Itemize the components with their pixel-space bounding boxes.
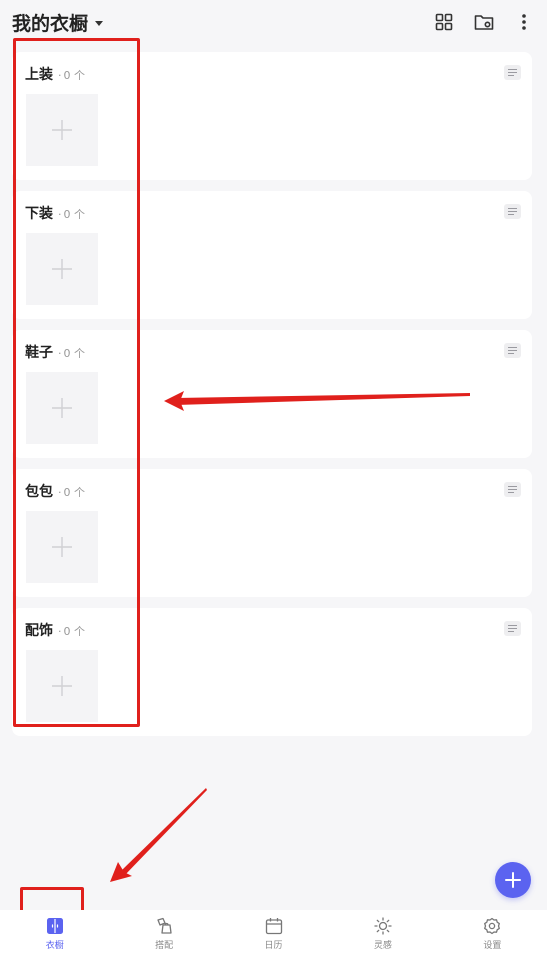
- nav-label: 设置: [483, 941, 502, 951]
- calendar-icon: [264, 916, 284, 936]
- settings-icon: [482, 916, 502, 936]
- add-fab-button[interactable]: [495, 862, 531, 898]
- bottom-nav: 衣橱 搭配 日历 灵感 设置: [0, 910, 547, 955]
- nav-label: 灵感: [373, 941, 392, 951]
- nav-label: 搭配: [155, 941, 174, 951]
- outfit-icon: [154, 916, 174, 936]
- annotation-arrows: [110, 391, 470, 882]
- nav-label: 衣橱: [45, 941, 64, 951]
- wardrobe-icon: [45, 916, 65, 936]
- nav-item-wardrobe[interactable]: 衣橱: [0, 910, 109, 955]
- wardrobe-app: 我的衣橱 上装 · 0 个 下装 · 0 个 鞋子 · 0 个 包包 · 0 个…: [0, 0, 547, 955]
- nav-label: 日历: [264, 941, 283, 951]
- annotation-arrow-left: [176, 393, 470, 405]
- nav-item-inspiration[interactable]: 灵感: [328, 910, 437, 955]
- nav-item-settings[interactable]: 设置: [438, 910, 547, 955]
- nav-item-outfit[interactable]: 搭配: [109, 910, 218, 955]
- inspiration-icon: [373, 916, 393, 936]
- nav-item-calendar[interactable]: 日历: [219, 910, 328, 955]
- plus-icon: [505, 872, 521, 888]
- annotation-arrow-down-left: [120, 788, 207, 876]
